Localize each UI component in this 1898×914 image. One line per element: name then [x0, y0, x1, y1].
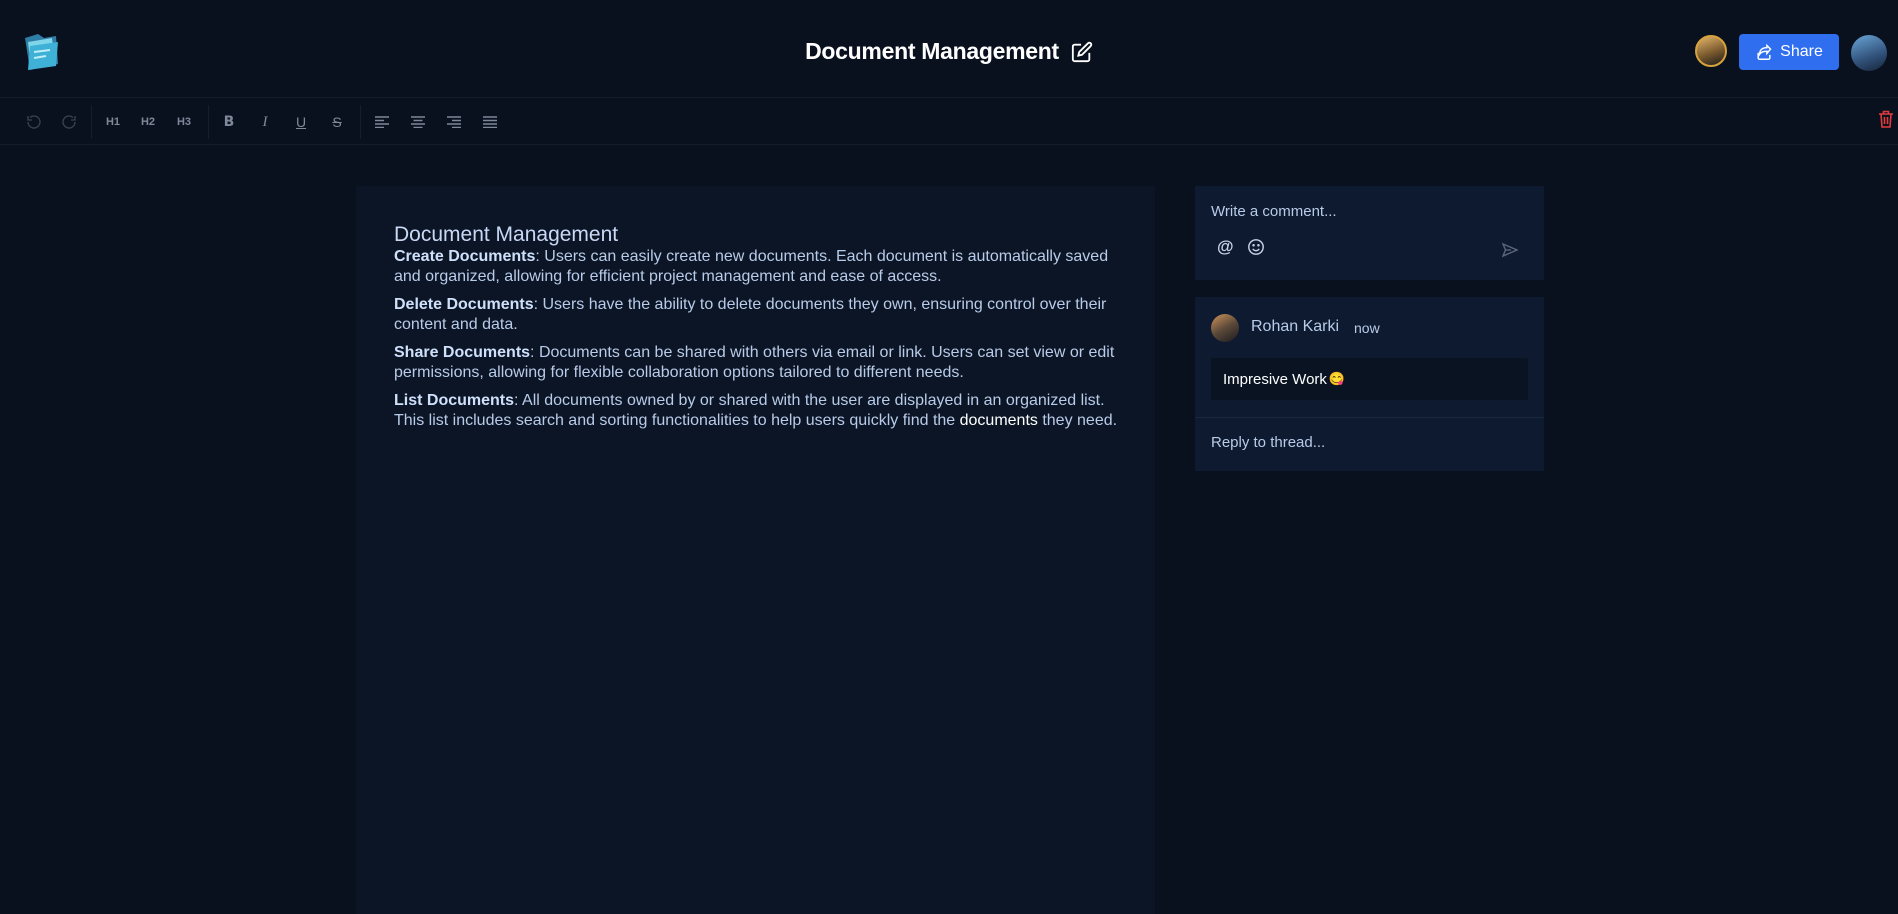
undo-button[interactable]	[24, 111, 44, 133]
new-comment-box: Write a comment... @	[1195, 186, 1544, 280]
thread-divider	[1195, 417, 1544, 418]
list-documents-text-end: they need.	[1037, 412, 1118, 429]
share-button[interactable]: Share	[1739, 34, 1839, 70]
formatting-toolbar: H1 H2 H3 B I U S	[0, 99, 1898, 145]
title-wrap: Document Management	[0, 38, 1898, 65]
align-right-icon	[447, 116, 461, 128]
paragraph-delete: Delete Documents: Users have the ability…	[394, 295, 1120, 335]
document-editor[interactable]: Document Management Create Documents: Us…	[356, 186, 1155, 914]
paragraph-list: List Documents: All documents owned by o…	[394, 391, 1120, 431]
comment-input[interactable]: Write a comment...	[1211, 203, 1337, 220]
delete-document-icon[interactable]	[1878, 110, 1894, 128]
share-label: Share	[1780, 43, 1823, 60]
redo-button[interactable]	[59, 111, 79, 133]
toolbar-divider	[208, 105, 209, 139]
heading-2-button[interactable]: H2	[137, 111, 159, 133]
share-icon	[1757, 44, 1772, 60]
redo-icon	[62, 115, 76, 129]
comment-text: Impresive Work	[1223, 370, 1327, 388]
document-title-group: Document Management	[805, 38, 1093, 65]
document-heading: Document Management	[394, 223, 619, 246]
edit-title-icon[interactable]	[1071, 41, 1093, 63]
align-center-button[interactable]	[408, 111, 428, 133]
reply-input[interactable]: Reply to thread...	[1211, 434, 1325, 451]
list-documents-label: List Documents	[394, 392, 515, 409]
toolbar-divider	[360, 105, 361, 139]
toolbar-divider	[91, 105, 92, 139]
italic-button[interactable]: I	[255, 111, 275, 133]
mention-icon[interactable]: @	[1217, 238, 1235, 256]
align-left-button[interactable]	[372, 111, 392, 133]
underline-button[interactable]: U	[291, 111, 311, 133]
share-documents-label: Share Documents	[394, 344, 531, 361]
delete-documents-label: Delete Documents	[394, 296, 534, 313]
paragraph-share: Share Documents: Documents can be shared…	[394, 343, 1120, 383]
bold-button[interactable]: B	[219, 111, 239, 133]
comment-thread: Rohan Karki now Impresive Work 😋 Reply t…	[1195, 297, 1544, 471]
send-icon[interactable]	[1502, 242, 1518, 258]
comment-body: Impresive Work 😋	[1211, 358, 1528, 400]
document-title[interactable]: Document Management	[805, 38, 1059, 65]
create-documents-label: Create Documents	[394, 248, 536, 265]
heading-1-button[interactable]: H1	[102, 111, 124, 133]
strikethrough-button[interactable]: S	[327, 111, 347, 133]
undo-icon	[27, 115, 41, 129]
emoji-icon[interactable]	[1247, 238, 1265, 256]
align-center-icon	[411, 116, 425, 128]
commented-text-highlight[interactable]: documents	[960, 412, 1038, 429]
align-justify-button[interactable]	[480, 111, 500, 133]
document-content[interactable]: Document Management Create Documents: Us…	[394, 224, 1120, 439]
align-right-button[interactable]	[444, 111, 464, 133]
align-left-icon	[375, 116, 389, 128]
user-avatar[interactable]	[1851, 35, 1887, 71]
comment-timestamp: now	[1354, 320, 1380, 336]
heading-3-button[interactable]: H3	[173, 111, 195, 133]
comment-author-name: Rohan Karki	[1251, 318, 1340, 335]
collaborator-avatar[interactable]	[1695, 35, 1727, 67]
app-header: Document Management Share	[0, 0, 1898, 98]
align-justify-icon	[483, 116, 497, 128]
yum-emoji-icon: 😋	[1328, 371, 1346, 386]
paragraph-create: Create Documents: Users can easily creat…	[394, 247, 1120, 287]
comment-author-avatar	[1211, 314, 1239, 342]
